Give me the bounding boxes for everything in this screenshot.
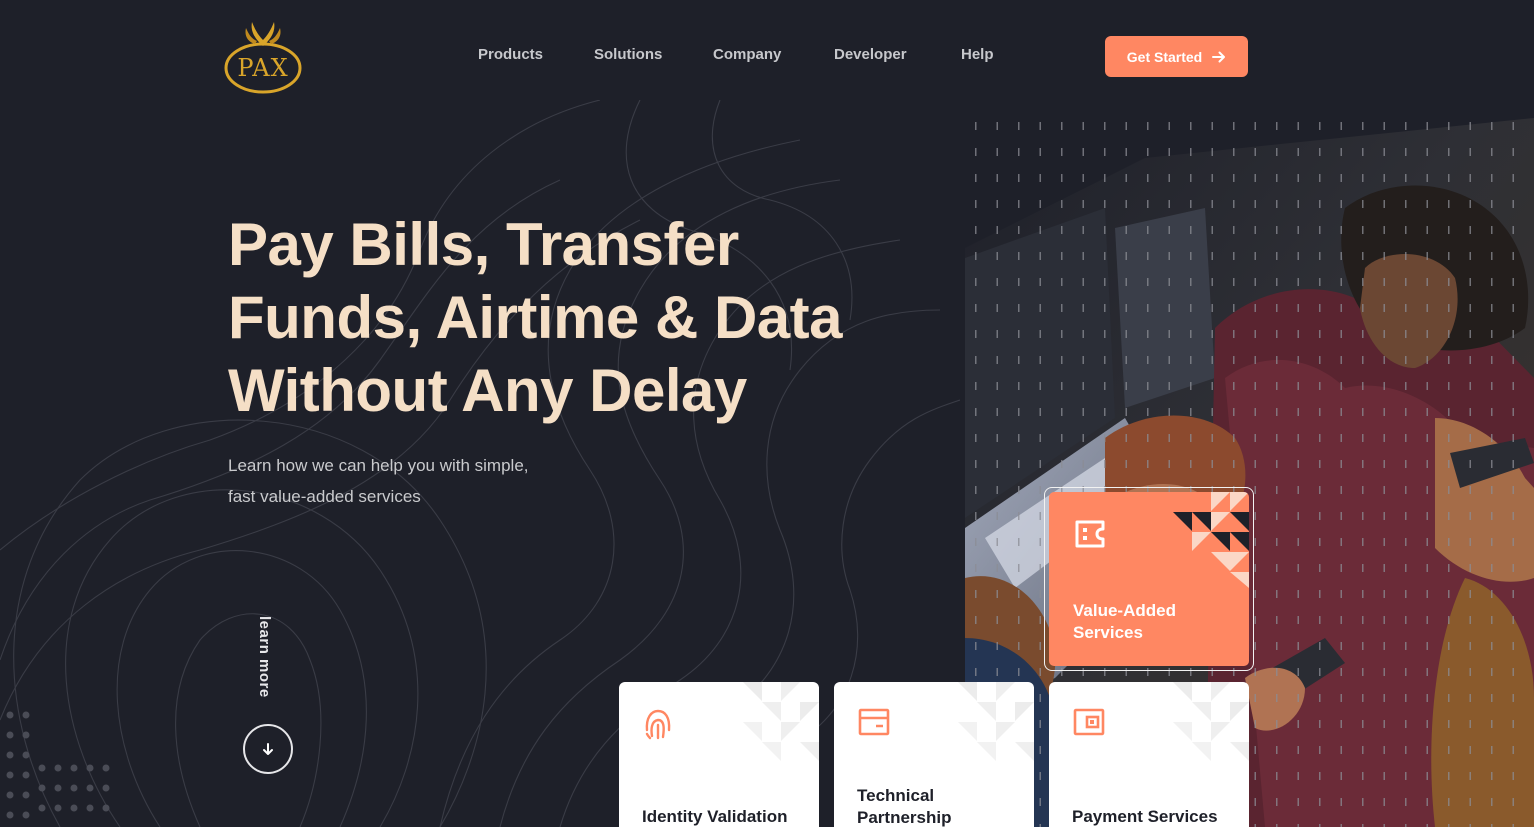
- arrow-down-icon: [263, 743, 273, 755]
- logo-text: PAX: [237, 54, 289, 82]
- brand-logo[interactable]: PAX: [222, 18, 304, 96]
- card-pattern-icon: [958, 682, 1034, 761]
- technical-partnership-label: Technical Partnership: [857, 786, 952, 827]
- card-icon: [858, 708, 890, 736]
- value-added-services-card[interactable]: Value-Added Services: [1044, 487, 1254, 671]
- hero-subtitle: Learn how we can help you with simple, f…: [228, 450, 588, 512]
- card-pattern-icon: [1173, 682, 1249, 761]
- hero-title-line-1: Pay Bills, Transfer: [228, 211, 739, 278]
- hero-title: Pay Bills, Transfer Funds, Airtime & Dat…: [228, 208, 908, 427]
- fingerprint-icon: [645, 709, 671, 740]
- wallet-icon: [1073, 708, 1105, 736]
- payment-services-label: Payment Services: [1072, 807, 1218, 826]
- hero-subtitle-line-2: fast value-added services: [228, 487, 421, 506]
- hero-subtitle-line-1: Learn how we can help you with simple,: [228, 456, 529, 475]
- get-started-label: Get Started: [1126, 48, 1203, 65]
- get-started-button[interactable]: Get Started: [1105, 36, 1248, 77]
- value-added-services-card-body: Value-Added Services: [1049, 492, 1249, 666]
- payment-services-card[interactable]: Payment Services: [1049, 682, 1249, 827]
- scroll-down-button[interactable]: [243, 724, 293, 774]
- nav-item-company[interactable]: Company: [713, 46, 781, 63]
- hero-title-line-3: Without Any Delay: [228, 357, 747, 424]
- value-added-services-label: Value-Added Services: [1073, 601, 1176, 642]
- card-pattern-icon: [743, 682, 819, 761]
- nav-item-solutions[interactable]: Solutions: [594, 46, 662, 63]
- identity-validation-label: Identity Validation: [642, 807, 788, 826]
- learn-more-link[interactable]: learn more: [256, 616, 273, 698]
- nav-item-help[interactable]: Help: [961, 46, 994, 63]
- hero-title-line-2: Funds, Airtime & Data: [228, 284, 843, 351]
- nav-item-developer[interactable]: Developer: [834, 46, 907, 63]
- technical-partnership-card[interactable]: Technical Partnership: [834, 682, 1034, 827]
- identity-validation-card[interactable]: Identity Validation: [619, 682, 819, 827]
- ticket-icon: [1075, 520, 1105, 548]
- arrow-right-icon: [1212, 51, 1226, 62]
- nav-item-products[interactable]: Products: [478, 46, 543, 63]
- decorative-dots: [6, 711, 110, 819]
- geometric-pattern-icon: [1173, 492, 1249, 588]
